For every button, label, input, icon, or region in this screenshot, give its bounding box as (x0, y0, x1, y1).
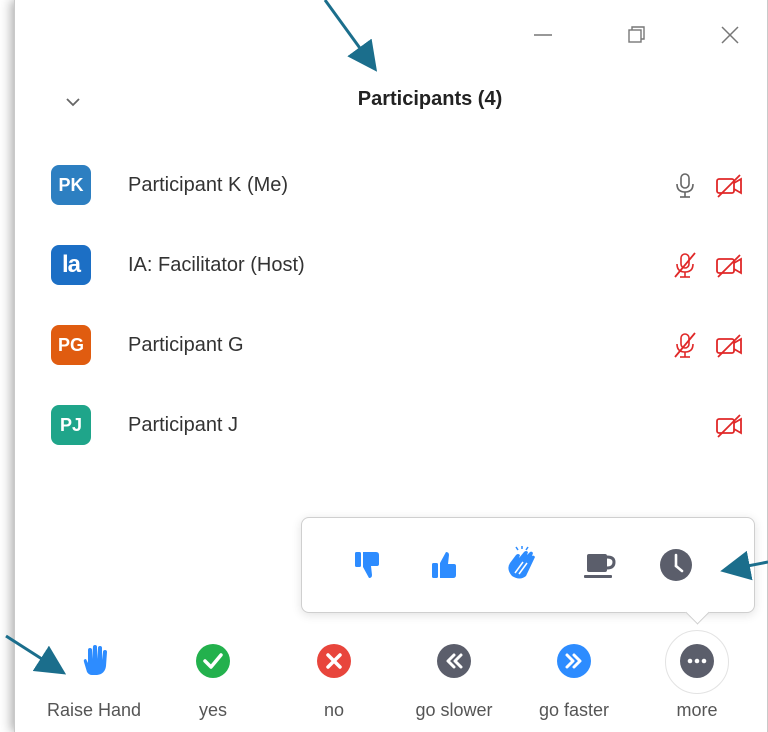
arrow-to-reactions (720, 550, 768, 581)
arrow-to-raise-hand (5, 634, 67, 675)
arrow-to-title (323, 0, 378, 72)
annotation-arrows (5, 0, 768, 675)
